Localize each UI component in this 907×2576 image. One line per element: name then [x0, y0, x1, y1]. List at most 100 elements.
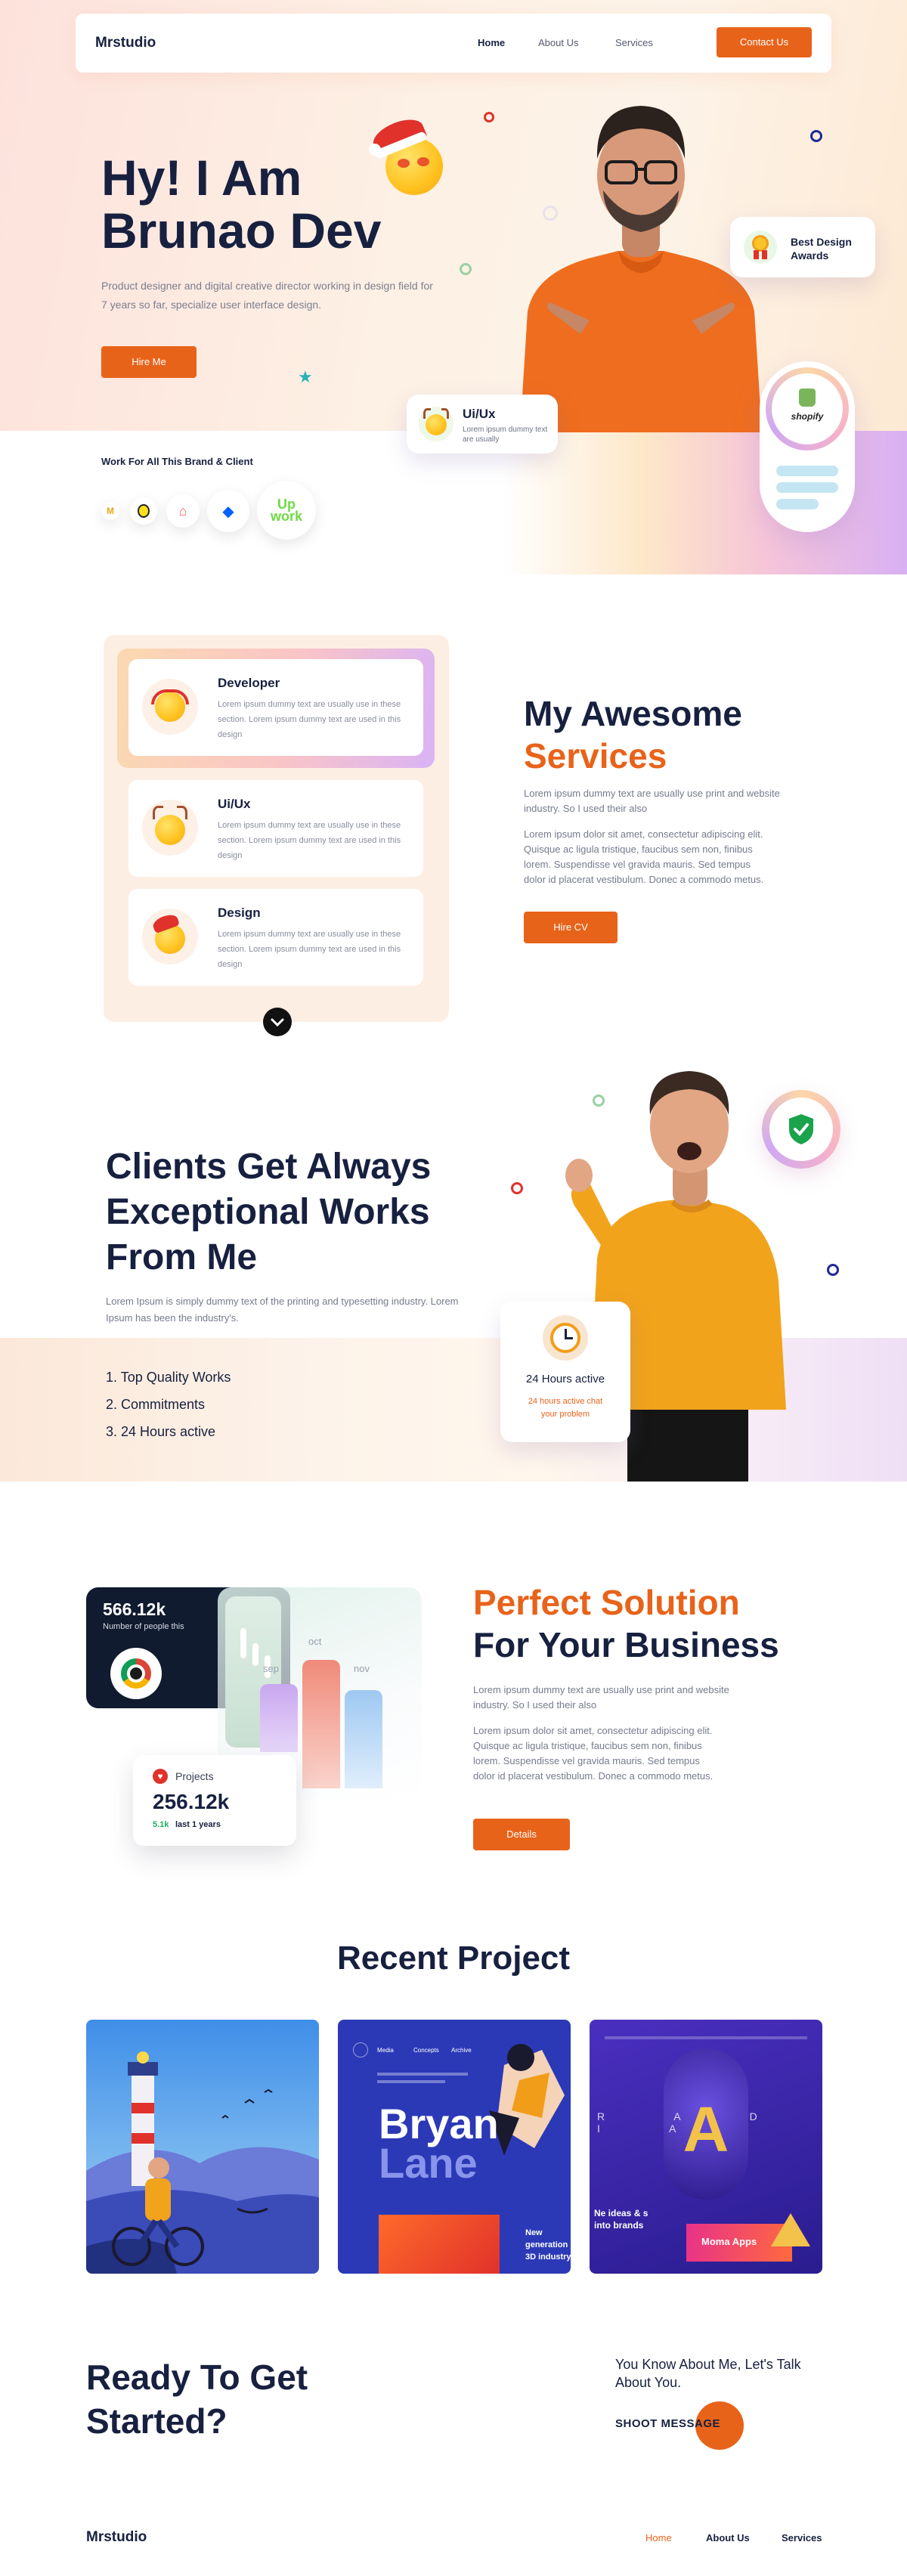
upwork-logo-icon[interactable]: Up work	[257, 481, 316, 540]
projects-label: Projects	[175, 1770, 214, 1782]
chart-bar-oct	[302, 1660, 340, 1788]
mcdonalds-logo-icon[interactable]: M	[101, 502, 119, 520]
proj3-badge: Moma Apps	[701, 2236, 757, 2247]
active-hours-title: 24 Hours active	[525, 1373, 605, 1386]
chart-bar-sep	[260, 1684, 298, 1752]
clients-paragraph: Lorem Ipsum is simply dummy text of the …	[106, 1296, 459, 1324]
people-value: 566.12k	[103, 1599, 166, 1619]
proj2-title-line1: Bryan	[379, 2100, 499, 2147]
proj2-nav: Concepts	[413, 2047, 439, 2054]
contact-button[interactable]: Contact Us	[717, 27, 812, 57]
proj2-title-line2: Lane	[379, 2139, 478, 2187]
hire-cv-button[interactable]: Hire CV	[524, 912, 618, 943]
service-text: Lorem ipsum dummy text are usually use i…	[218, 821, 401, 860]
service-text: Lorem ipsum dummy text are usually use i…	[218, 930, 401, 969]
list-item: 2. Commitments	[106, 1397, 206, 1412]
footer-services[interactable]: Services	[782, 2532, 822, 2543]
chart-label: nov	[354, 1663, 370, 1674]
logo[interactable]: Mrstudio	[95, 35, 156, 51]
service-card-design[interactable]: Design Lorem ipsum dummy text are usuall…	[128, 889, 423, 986]
services-heading-line2: Services	[524, 736, 667, 776]
reindeer-emoji-icon	[419, 407, 454, 441]
services-para1: Lorem ipsum dummy text are usually use p…	[524, 788, 780, 814]
star-icon: ★	[298, 367, 313, 386]
brands-label: Work For All This Brand & Client	[101, 456, 253, 467]
uiux-card-title: Ui/Ux	[463, 407, 496, 421]
chrome-logo-icon	[110, 1648, 162, 1699]
shopify-bag-icon	[799, 389, 816, 407]
nav-services[interactable]: Services	[615, 37, 653, 48]
upwork-label: Up work	[270, 497, 302, 524]
projects-period: last 1 years	[175, 1820, 221, 1829]
services-para2: Lorem ipsum dolor sit amet, consectetur …	[524, 828, 764, 885]
footer-home[interactable]: Home	[645, 2532, 672, 2543]
project-card-1[interactable]	[86, 2020, 319, 2274]
nav-home[interactable]: Home	[478, 37, 505, 48]
awards-card: Best Design Awards	[730, 217, 875, 277]
active-hours-card: 24 Hours active 24 hours active chat you…	[500, 1302, 630, 1442]
proj3-letters: R A D I A	[597, 2110, 791, 2135]
award-badge-icon	[744, 231, 777, 264]
solution-para1: Lorem ipsum dummy text are usually use p…	[473, 1684, 729, 1711]
proj2-nav: Archive	[451, 2047, 472, 2054]
shoot-message-button[interactable]: SHOOT MESSAGE	[615, 2417, 720, 2430]
shopify-card: shopify	[760, 361, 855, 532]
proj2-orange-block	[379, 2215, 500, 2274]
decor-ring	[827, 1264, 839, 1276]
service-title: Developer	[218, 676, 280, 690]
design-emoji-icon	[142, 909, 198, 964]
uiux-card-text: Lorem ipsum dummy text are usually	[463, 426, 548, 444]
uiux-card: Ui/Ux Lorem ipsum dummy text are usually	[407, 395, 558, 454]
list-item: 1. Top Quality Works	[106, 1370, 231, 1385]
decor-ring	[484, 112, 494, 122]
shopify-label: shopify	[791, 411, 824, 422]
airbnb-logo-icon[interactable]: ⌂	[166, 494, 200, 528]
proj3-caption: Ne ideas & s into brands	[594, 2208, 649, 2231]
top-navbar: Mrstudio Home About Us Services Contact …	[76, 14, 831, 73]
service-title: Ui/Ux	[218, 797, 251, 811]
list-item: 3. 24 Hours active	[106, 1424, 216, 1439]
clients-heading: Clients Get Always Exceptional Works Fro…	[106, 1147, 432, 1277]
dropbox-logo-icon[interactable]: ◆	[207, 490, 249, 532]
shield-check-icon	[789, 1114, 813, 1144]
mailchimp-logo-icon[interactable]	[130, 497, 157, 525]
services-heading-line1: My Awesome	[524, 694, 742, 733]
santa-emoji-icon	[369, 113, 454, 197]
chart-label: oct	[308, 1636, 322, 1647]
footer-logo[interactable]: Mrstudio	[86, 2529, 147, 2546]
uiux-emoji-icon	[142, 800, 198, 856]
projects-stat-card: ♥ Projects 256.12k 5.1k last 1 years	[133, 1755, 296, 1846]
clock-icon	[543, 1315, 588, 1361]
awards-label: Best Design Awards	[791, 236, 852, 262]
project-lighthouse-image	[86, 2020, 319, 2274]
scroll-down-button[interactable]	[263, 1008, 292, 1036]
active-hours-sub: 24 hours active chat your problem	[528, 1397, 603, 1419]
cta-side-text: You Know About Me, Let's Talk About You.	[615, 2357, 801, 2390]
chevron-down-icon	[271, 1018, 284, 1027]
service-title: Design	[218, 906, 261, 920]
project-card-2[interactable]: Media Concepts Archive Bryan Lane New ge…	[338, 2020, 571, 2274]
nav-about[interactable]: About Us	[538, 37, 578, 48]
footer-about[interactable]: About Us	[706, 2532, 750, 2543]
chart-bar-nov	[345, 1690, 382, 1788]
hero-description: Product designer and digital creative di…	[101, 280, 433, 311]
service-text: Lorem ipsum dummy text are usually use i…	[218, 700, 401, 739]
project-card-3[interactable]: A R A D I A Ne ideas & s into brands Mom…	[590, 2020, 822, 2274]
hire-me-button[interactable]: Hire Me	[101, 346, 197, 378]
developer-emoji-icon	[142, 679, 198, 735]
solution-heading-line2: For Your Business	[473, 1625, 779, 1664]
cta-heading: Ready To Get Started?	[86, 2358, 308, 2441]
service-card-developer[interactable]: Developer Lorem ipsum dummy text are usu…	[128, 659, 423, 756]
recent-project-title: Recent Project	[336, 1940, 571, 1977]
decor-ring	[511, 1182, 523, 1194]
triangle-icon	[771, 2213, 810, 2246]
service-card-uiux[interactable]: Ui/Ux Lorem ipsum dummy text are usually…	[128, 780, 423, 877]
proj2-caption: New generation 3D industry	[525, 2228, 571, 2262]
decor-ring	[810, 130, 822, 142]
projects-change: 5.1k	[153, 1820, 169, 1829]
shield-badge	[762, 1090, 840, 1169]
people-label: Number of people this	[103, 1622, 184, 1631]
details-button[interactable]: Details	[473, 1819, 570, 1850]
projects-value: 256.12k	[153, 1790, 230, 1813]
proj2-nav: Media	[377, 2047, 394, 2054]
